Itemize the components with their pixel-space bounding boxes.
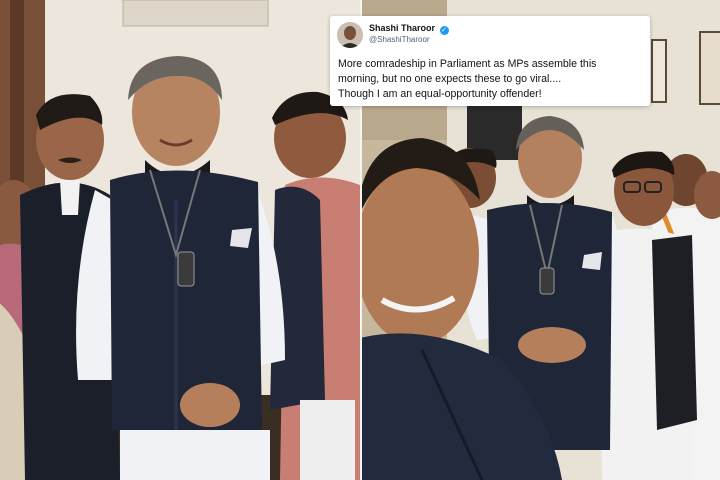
avatar-photo-icon bbox=[337, 22, 363, 48]
tweet-text-line: Though I am an equal-opportunity offende… bbox=[338, 88, 542, 100]
tweet-text-line: morning, but no one expects these to go … bbox=[338, 73, 562, 85]
tweet-display-name[interactable]: Shashi Tharoor bbox=[369, 23, 435, 33]
left-photo bbox=[0, 0, 360, 480]
tweet-display-name-row[interactable]: Shashi Tharoor ✓ bbox=[369, 23, 449, 35]
verified-badge-icon: ✓ bbox=[439, 26, 449, 35]
tweet-text-line: More comradeship in Parliament as MPs as… bbox=[338, 58, 597, 70]
profile-avatar[interactable] bbox=[337, 22, 363, 48]
tweet-text: More comradeship in Parliament as MPs as… bbox=[338, 57, 646, 102]
tweet-handle[interactable]: @ShashiTharoor bbox=[369, 35, 430, 44]
tweet-card[interactable]: Shashi Tharoor ✓ @ShashiTharoor More com… bbox=[330, 16, 650, 106]
